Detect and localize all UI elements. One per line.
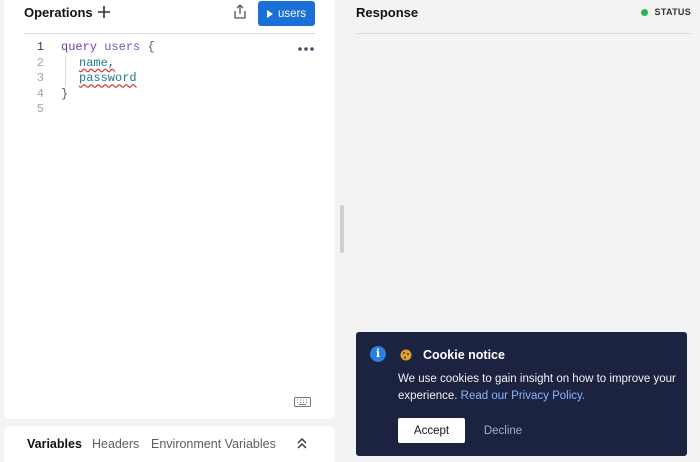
info-icon: i xyxy=(370,346,386,362)
operations-title: Operations xyxy=(24,5,93,20)
operations-panel: Operations users 1 2 3 4 5 query users { xyxy=(4,0,335,419)
tab-headers[interactable]: Headers xyxy=(92,437,139,451)
tab-environment-variables[interactable]: Environment Variables xyxy=(151,437,276,451)
status-dot xyxy=(640,8,648,16)
response-header: Response STATUS xyxy=(356,0,691,34)
field-password: password xyxy=(79,71,137,86)
indent-guide xyxy=(65,55,79,72)
cookie-notice-text: We use cookies to gain insight on how to… xyxy=(398,371,678,405)
line-number-gutter: 1 2 3 4 5 xyxy=(26,40,44,118)
line-number: 5 xyxy=(36,102,44,117)
tab-variables[interactable]: Variables xyxy=(27,437,82,451)
code-area[interactable]: query users { name, password } xyxy=(61,40,155,118)
status-indicator: STATUS xyxy=(640,7,691,17)
run-operation-button[interactable]: users xyxy=(258,1,315,26)
indent-guide xyxy=(65,71,79,87)
line-number: 4 xyxy=(36,86,44,101)
line-number: 2 xyxy=(36,55,44,70)
header-divider xyxy=(24,33,315,34)
code-line: name, xyxy=(61,55,155,72)
line-number: 3 xyxy=(36,71,44,86)
plus-icon[interactable] xyxy=(96,4,112,20)
code-line: query users { xyxy=(61,40,155,56)
operations-header: Operations users xyxy=(4,0,335,34)
close-brace: } xyxy=(61,86,69,101)
cookie-notice-title: Cookie notice xyxy=(423,348,505,362)
play-icon xyxy=(266,9,273,18)
keyboard-icon[interactable] xyxy=(294,397,311,407)
run-button-label: users xyxy=(277,7,307,20)
field-name: name, xyxy=(79,55,116,70)
privacy-policy-link[interactable]: Read our Privacy Policy. xyxy=(461,390,585,402)
query-keyword: query xyxy=(61,40,98,54)
share-icon[interactable] xyxy=(233,4,247,20)
code-line: password xyxy=(61,71,155,87)
accept-button[interactable]: Accept xyxy=(398,418,465,443)
code-line: } xyxy=(61,87,155,103)
query-editor[interactable]: 1 2 3 4 5 query users { name, password } xyxy=(4,40,335,130)
cookie-icon xyxy=(400,349,412,361)
panel-resize-handle[interactable] xyxy=(340,205,344,253)
variables-bar: Variables Headers Environment Variables xyxy=(4,426,335,462)
response-title: Response xyxy=(356,5,419,20)
operation-name: users xyxy=(104,40,141,54)
cookie-notice-banner: i Cookie notice We use cookies to gain i… xyxy=(356,332,687,456)
open-brace: { xyxy=(147,40,155,54)
line-number: 1 xyxy=(36,40,44,54)
more-icon[interactable] xyxy=(297,46,315,52)
status-label: STATUS xyxy=(654,7,691,17)
decline-button[interactable]: Decline xyxy=(474,418,532,443)
chevrons-up-icon[interactable] xyxy=(295,436,309,450)
